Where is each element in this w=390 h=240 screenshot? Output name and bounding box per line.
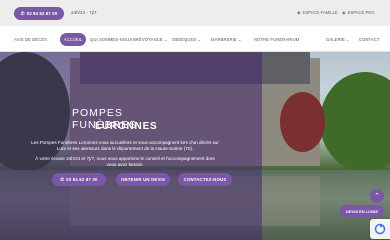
top-bar: ✆ 03 84 62 87 00 24h/24 - 7j/7 ◉ ESPACE … (0, 0, 390, 26)
opening-hours: 24h/24 - 7j/7 (71, 10, 97, 15)
chevron-down-icon: ⌄ (164, 37, 168, 42)
nav-prevoyance[interactable]: PRÉVOYANCE ⌄ (133, 37, 168, 42)
devis-en-ligne-button[interactable]: DEVIS EN LIGNE (340, 205, 384, 217)
top-phone-number: 03 84 62 87 00 (26, 11, 58, 16)
nav-galerie[interactable]: GALERIE ⌄ (326, 37, 350, 42)
chevron-down-icon: ⌄ (346, 37, 350, 42)
phone-icon: ✆ (20, 10, 25, 16)
nav-marbrerie[interactable]: MARBRERIE ⌄ (211, 37, 242, 42)
hero-subtitle: LURONNES (95, 121, 158, 132)
espace-famille-label: ESPACE FAMILLE (302, 10, 338, 15)
espace-famille-link[interactable]: ◉ ESPACE FAMILLE (297, 10, 338, 15)
nav-accueil-label: ACCUEIL (63, 37, 83, 42)
phone-icon: ✆ (60, 176, 65, 182)
briefcase-icon: ◉ (342, 10, 346, 15)
nav-avis-de-deces[interactable]: AVIS DE DÉCÈS (14, 37, 47, 42)
hero-banner: POMPES FUNÈBRES LURONNES Les Pompes Funè… (0, 52, 390, 240)
contactez-nous-button[interactable]: CONTACTEZ-NOUS (178, 173, 232, 186)
top-phone-button[interactable]: ✆ 03 84 62 87 00 (14, 7, 64, 20)
chevron-up-icon: ⌃ (374, 193, 380, 200)
tree-red (280, 92, 325, 152)
nav-obseques[interactable]: OBSÈQUES ⌄ (172, 37, 201, 42)
recaptcha-icon (374, 223, 386, 235)
main-nav: AVIS DE DÉCÈS ACCUEIL QUI SOMMES-NOUS ⌄ … (0, 26, 390, 52)
hero-paragraph-2: À votre écoute 24h/24 et 7j/7, nous vous… (35, 156, 215, 167)
obtenir-devis-button[interactable]: OBTENIR UN DEVIS (116, 173, 170, 186)
hero-paragraph-1: Les Pompes Funèbres Luronnes vous accuei… (31, 140, 219, 151)
tree-right (320, 72, 390, 172)
user-icon: ◉ (297, 10, 301, 15)
hero-phone-button[interactable]: ✆ 03 84 62 87 00 (52, 173, 106, 186)
scroll-to-top-button[interactable]: ⌃ (370, 189, 384, 203)
nav-accueil[interactable]: ACCUEIL (60, 33, 86, 46)
chevron-down-icon: ⌄ (238, 37, 242, 42)
chevron-down-icon: ⌄ (197, 37, 202, 42)
nav-notre-funerarium[interactable]: NOTRE FUNÉRARIUM (254, 37, 299, 42)
recaptcha-badge[interactable] (370, 219, 390, 239)
espace-pro-link[interactable]: ◉ ESPACE PRO (342, 10, 375, 15)
devis-en-ligne-label: DEVIS EN LIGNE (345, 208, 378, 214)
nav-qui-sommes-nous[interactable]: QUI SOMMES-NOUS ⌄ (90, 37, 137, 42)
espace-pro-label: ESPACE PRO (347, 10, 375, 15)
hero-phone-label: 03 84 62 87 00 (66, 177, 98, 182)
nav-contact[interactable]: CONTACT (359, 37, 380, 42)
obtenir-devis-label: OBTENIR UN DEVIS (120, 177, 166, 182)
contactez-nous-label: CONTACTEZ-NOUS (183, 177, 227, 182)
